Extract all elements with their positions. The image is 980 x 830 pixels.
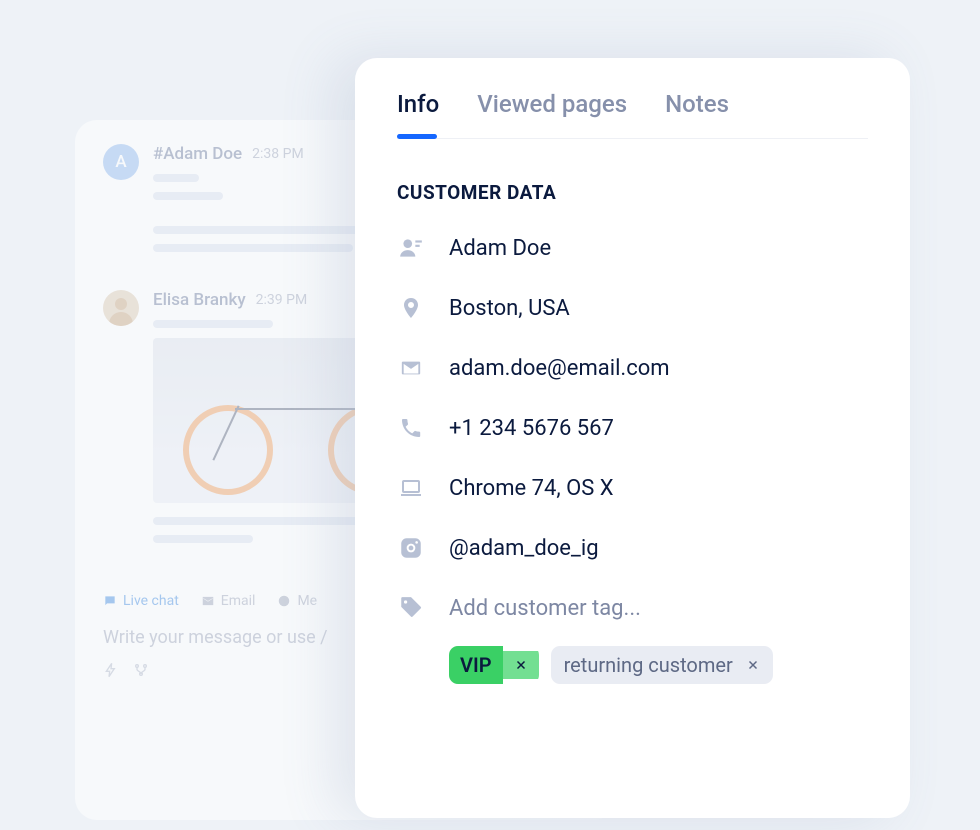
channel-tab-messenger[interactable]: Me — [277, 593, 317, 609]
customer-social-row: @adam_doe_ig — [397, 534, 868, 562]
person-icon — [397, 234, 425, 262]
sidebar-tabs: Info Viewed pages Notes — [397, 90, 868, 139]
message-line-placeholder — [153, 174, 199, 182]
channel-label: Live chat — [123, 593, 179, 609]
message-time: 2:38 PM — [252, 146, 304, 162]
chat-bubble-icon — [103, 594, 117, 608]
channel-label: Me — [297, 593, 317, 609]
tag-returning-customer: returning customer — [551, 646, 773, 684]
phone-icon — [397, 414, 425, 442]
avatar-initial: A — [115, 152, 126, 172]
customer-sidebar: Info Viewed pages Notes CUSTOMER DATA Ad… — [355, 58, 910, 818]
tag-input-placeholder: Add customer tag... — [449, 596, 641, 621]
envelope-icon — [201, 594, 215, 608]
channel-tab-livechat[interactable]: Live chat — [103, 593, 179, 609]
tag-label: returning customer — [551, 646, 746, 684]
message-line-placeholder — [153, 535, 253, 543]
customer-phone: +1 234 5676 567 — [449, 416, 614, 441]
composer-placeholder: Write your message or use / — [103, 627, 328, 648]
customer-name: Adam Doe — [449, 236, 551, 261]
customer-email: adam.doe@email.com — [449, 356, 670, 381]
branch-icon[interactable] — [133, 662, 149, 678]
customer-location-row: Boston, USA — [397, 294, 868, 322]
tab-viewed-pages[interactable]: Viewed pages — [477, 90, 627, 138]
envelope-icon — [397, 354, 425, 382]
tag-icon — [397, 594, 425, 622]
message-time: 2:39 PM — [256, 292, 308, 308]
avatar: A — [103, 144, 139, 180]
location-pin-icon — [397, 294, 425, 322]
channel-tab-email[interactable]: Email — [201, 593, 256, 609]
remove-tag-button[interactable] — [503, 651, 539, 679]
tag-label: VIP — [449, 646, 503, 684]
message-line-placeholder — [153, 244, 353, 252]
laptop-icon — [397, 474, 425, 502]
message-line-placeholder — [153, 192, 223, 200]
customer-device: Chrome 74, OS X — [449, 476, 614, 501]
lightning-icon[interactable] — [103, 662, 119, 678]
instagram-icon — [397, 534, 425, 562]
message-author: Elisa Branky — [153, 290, 246, 310]
tag-vip: VIP — [449, 646, 539, 684]
customer-social: @adam_doe_ig — [449, 536, 599, 561]
channel-label: Email — [221, 593, 256, 609]
avatar — [103, 290, 139, 326]
customer-location: Boston, USA — [449, 296, 570, 321]
section-title: CUSTOMER DATA — [397, 181, 868, 204]
tab-notes[interactable]: Notes — [665, 90, 729, 138]
customer-device-row: Chrome 74, OS X — [397, 474, 868, 502]
messenger-icon — [277, 594, 291, 608]
customer-email-row: adam.doe@email.com — [397, 354, 868, 382]
remove-tag-button[interactable] — [746, 651, 773, 679]
tags-container: VIP returning customer — [449, 646, 868, 684]
customer-name-row: Adam Doe — [397, 234, 868, 262]
customer-phone-row: +1 234 5676 567 — [397, 414, 868, 442]
add-tag-row[interactable]: Add customer tag... — [397, 594, 868, 622]
message-line-placeholder — [153, 320, 273, 328]
message-author: #Adam Doe — [153, 144, 242, 164]
tab-info[interactable]: Info — [397, 90, 439, 138]
